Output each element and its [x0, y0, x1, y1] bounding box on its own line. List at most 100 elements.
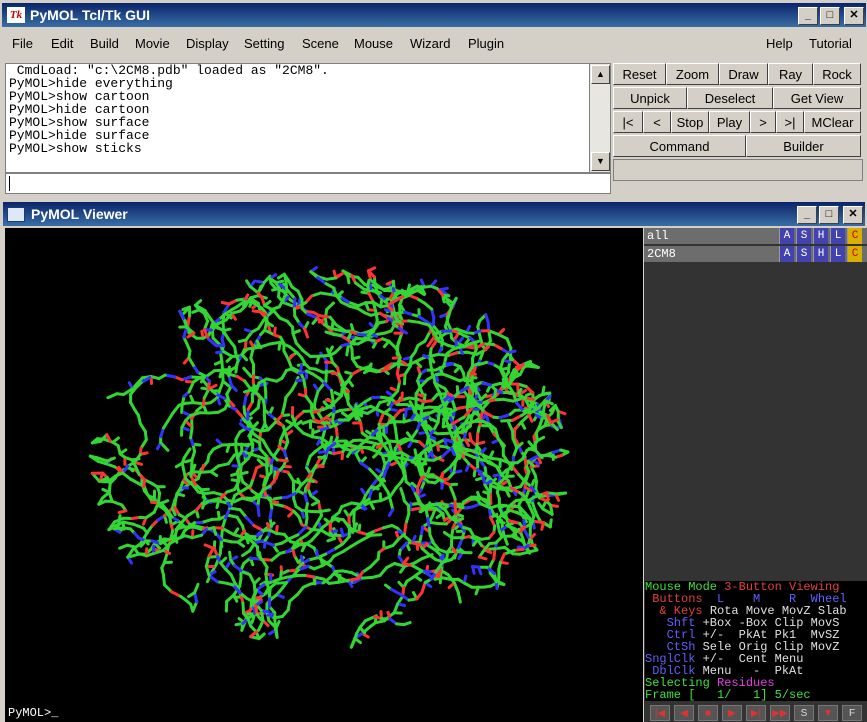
fast-forward-icon[interactable]: ▶▶ [770, 705, 790, 721]
bond-stick [441, 447, 453, 458]
menu-scene[interactable]: Scene [302, 36, 339, 51]
stop-icon[interactable]: ■ [698, 705, 718, 721]
draw-button[interactable]: Draw [719, 63, 768, 85]
rock-button[interactable]: Rock [813, 63, 861, 85]
bond-stick [389, 587, 402, 596]
bond-stick [249, 406, 260, 416]
scroll-down-icon[interactable]: ▼ [591, 152, 610, 171]
action-button[interactable]: A [779, 246, 794, 262]
color-button[interactable]: C [847, 228, 862, 244]
bond-stick [359, 421, 364, 435]
play-icon[interactable]: ▶ [722, 705, 742, 721]
bond-stick [368, 499, 383, 504]
prev-frame-button[interactable]: < [643, 111, 671, 133]
show-button[interactable]: S [796, 246, 811, 262]
bond-stick [182, 447, 192, 459]
bond-stick [381, 452, 395, 458]
dropdown-icon[interactable]: ▼ [818, 705, 838, 721]
rewind-icon[interactable]: |◀ [650, 705, 670, 721]
viewer-maximize-icon[interactable]: □ [819, 206, 839, 224]
menu-plugin[interactable]: Plugin [468, 36, 504, 51]
scene-button[interactable]: S [794, 705, 814, 721]
stop-button[interactable]: Stop [671, 111, 709, 133]
bond-stick [498, 412, 512, 420]
viewer-prompt: PyMOL>_ [8, 706, 59, 720]
bond-stick [369, 557, 380, 569]
builder-button[interactable]: Builder [746, 135, 861, 157]
bond-stick [424, 409, 438, 417]
menu-setting[interactable]: Setting [244, 36, 284, 51]
bond-stick [234, 446, 240, 460]
scroll-up-icon[interactable]: ▲ [591, 65, 610, 84]
menu-edit[interactable]: Edit [51, 36, 73, 51]
bond-stick [244, 515, 256, 527]
show-button[interactable]: S [796, 228, 811, 244]
menu-build[interactable]: Build [90, 36, 119, 51]
bond-stick [313, 389, 320, 403]
menu-mouse[interactable]: Mouse [354, 36, 393, 51]
unpick-button[interactable]: Unpick [613, 87, 687, 109]
get-view-button[interactable]: Get View [773, 87, 861, 109]
bond-stick [341, 379, 346, 394]
menu-file[interactable]: File [12, 36, 33, 51]
bond-stick [106, 392, 119, 400]
close-icon[interactable]: ✕ [844, 7, 864, 25]
fullscreen-button[interactable]: F [842, 705, 862, 721]
step-back-icon[interactable]: ◀ [674, 705, 694, 721]
play-button[interactable]: Play [709, 111, 750, 133]
command-button[interactable]: Command [613, 135, 746, 157]
viewer-minimize-icon[interactable]: _ [797, 206, 817, 224]
object-row-2cm8[interactable]: 2CM8 A S H L C [644, 246, 867, 262]
bond-stick [387, 508, 395, 517]
minimize-icon[interactable]: _ [798, 7, 818, 25]
protein-sticks-render [88, 266, 570, 649]
menu-wizard[interactable]: Wizard [410, 36, 450, 51]
color-button[interactable]: C [847, 246, 862, 262]
reset-button[interactable]: Reset [613, 63, 666, 85]
bond-stick [288, 592, 300, 603]
bond-stick [291, 331, 298, 345]
object-row-all[interactable]: all A S H L C [644, 228, 867, 244]
viewer-close-icon[interactable]: ✕ [843, 206, 863, 224]
action-button[interactable]: A [779, 228, 794, 244]
label-button[interactable]: L [830, 246, 845, 262]
bond-stick [180, 394, 186, 408]
bond-stick [294, 424, 305, 435]
mclear-button[interactable]: MClear [804, 111, 861, 133]
step-forward-icon[interactable]: ▶| [746, 705, 766, 721]
menu-display[interactable]: Display [186, 36, 229, 51]
command-input[interactable] [5, 173, 611, 194]
next-frame-button[interactable]: > [750, 111, 776, 133]
bond-stick [332, 394, 343, 405]
ray-button[interactable]: Ray [768, 63, 813, 85]
bond-stick [226, 453, 236, 466]
object-name: all [647, 229, 669, 243]
console-scrollbar[interactable]: ▲ ▼ [589, 63, 611, 173]
bond-stick [437, 502, 452, 507]
menu-help[interactable]: Help [766, 36, 793, 51]
bond-stick [242, 366, 253, 378]
maximize-icon[interactable]: □ [820, 7, 840, 25]
bond-stick [428, 502, 441, 508]
last-frame-button[interactable]: >| [776, 111, 804, 133]
hide-button[interactable]: H [813, 228, 828, 244]
bond-stick [188, 375, 202, 380]
menu-movie[interactable]: Movie [135, 36, 170, 51]
hide-button[interactable]: H [813, 246, 828, 262]
label-button[interactable]: L [830, 228, 845, 244]
bond-stick [332, 549, 346, 558]
menu-tutorial[interactable]: Tutorial [809, 36, 852, 51]
bond-stick [549, 418, 559, 425]
bond-stick [284, 279, 289, 293]
bond-stick [217, 462, 230, 468]
molecule-viewport[interactable]: PyMOL>_ [5, 228, 643, 722]
deselect-button[interactable]: Deselect [687, 87, 773, 109]
bond-stick [492, 549, 497, 561]
bond-stick [393, 426, 399, 440]
bond-stick [272, 496, 283, 501]
bond-stick [469, 339, 481, 345]
zoom-button[interactable]: Zoom [666, 63, 719, 85]
bond-stick [511, 446, 519, 459]
bond-stick [110, 499, 124, 507]
first-frame-button[interactable]: |< [613, 111, 643, 133]
